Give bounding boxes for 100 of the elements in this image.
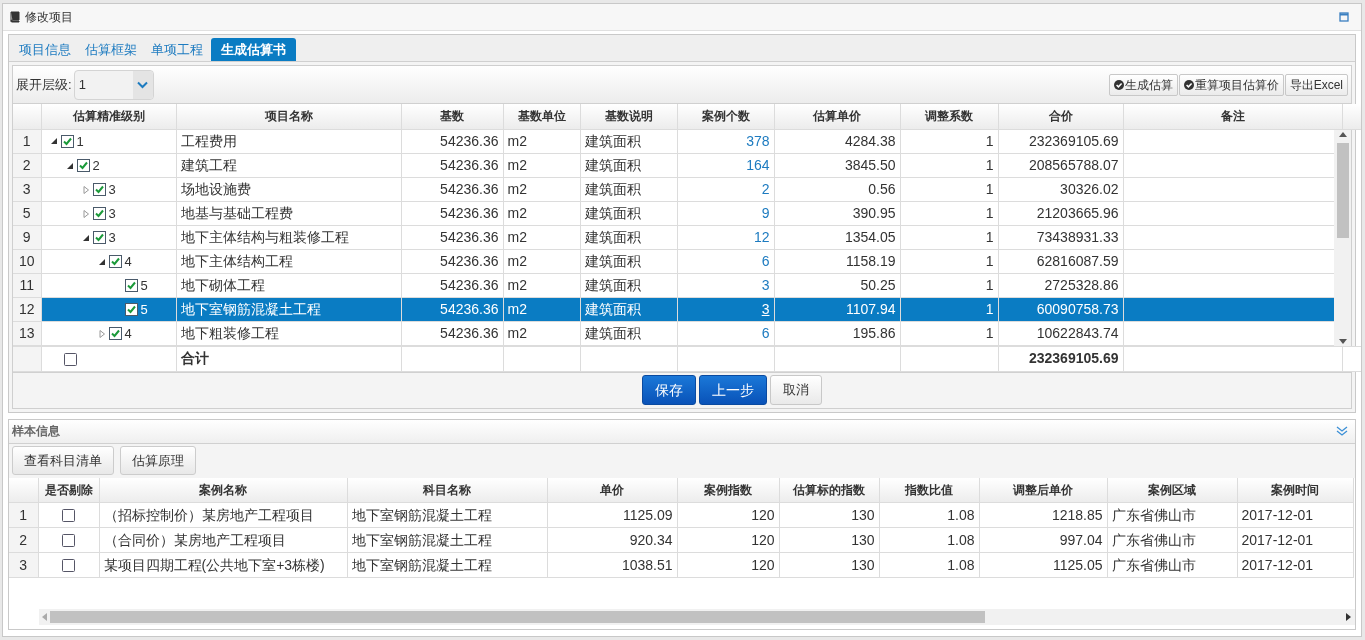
column-header: 指数比值 bbox=[879, 477, 979, 503]
count-link[interactable]: 6 bbox=[761, 325, 770, 341]
column-header: 估算标的指数 bbox=[779, 477, 879, 503]
toolbar-button[interactable]: 查看科目清单 bbox=[12, 446, 114, 475]
table-cell: 广东省佛山市 bbox=[1107, 552, 1237, 578]
count-link[interactable]: 164 bbox=[746, 157, 770, 173]
level-select[interactable]: 1 bbox=[73, 69, 154, 100]
scroll-right-icon[interactable] bbox=[1346, 613, 1351, 621]
toolbar-button[interactable]: 重算项目估算价 bbox=[1178, 73, 1284, 96]
table-cell: 1 bbox=[900, 273, 998, 298]
table-cell: 某项目四期工程(公共地下室+3栋楼) bbox=[99, 552, 347, 578]
checkbox[interactable] bbox=[60, 134, 74, 148]
table-row[interactable]: 5 3 地基与基础工程费 54236.36 m2 建筑面积 9 390.95 1 21203665.96 bbox=[13, 201, 1335, 226]
table-row[interactable]: 10 4 地下主体结构工程 54236.36 m2 建筑面积 6 1158.19 1 62816087.59 bbox=[13, 249, 1335, 274]
table-cell: 54236.36 bbox=[401, 129, 503, 154]
table-row[interactable]: 13 4 地下粗装修工程 54236.36 m2 建筑面积 6 195.86 1 10622843.74 bbox=[13, 321, 1335, 346]
action-button[interactable]: 保存 bbox=[642, 375, 696, 405]
row-number: 5 bbox=[13, 201, 41, 226]
row-number: 2 bbox=[9, 527, 38, 553]
table-row[interactable]: 2 2 建筑工程 54236.36 m2 建筑面积 164 3845.50 1 208565788.07 bbox=[13, 153, 1335, 178]
table-row[interactable]: 11 5 地下砌体工程 54236.36 m2 建筑面积 3 50.25 1 2725328.86 bbox=[13, 273, 1335, 298]
count-link[interactable]: 378 bbox=[746, 132, 770, 149]
table-cell: 2017-12-01 bbox=[1237, 502, 1353, 528]
table-row[interactable]: 9 3 地下主体结构与粗装修工程 54236.36 m2 建筑面积 12 1354.05 1 73438931.33 bbox=[13, 225, 1335, 250]
table-cell: 1 bbox=[900, 225, 998, 250]
scroll-down-icon[interactable] bbox=[1338, 338, 1347, 344]
table-cell: 1 bbox=[900, 153, 998, 178]
checkbox[interactable] bbox=[92, 183, 106, 196]
checkbox[interactable] bbox=[92, 207, 106, 220]
table-cell: 4284.38 bbox=[774, 129, 900, 154]
row-number: 10 bbox=[13, 249, 41, 274]
checkbox[interactable] bbox=[62, 509, 75, 523]
total-value: 232369105.69 bbox=[998, 346, 1123, 371]
tab[interactable]: 估算框架 bbox=[79, 38, 143, 61]
table-cell: 地基与基础工程费 bbox=[176, 201, 401, 226]
action-button[interactable]: 上一步 bbox=[699, 375, 767, 405]
count-link[interactable]: 12 bbox=[753, 229, 770, 245]
count-link[interactable]: 3 bbox=[761, 301, 770, 317]
toolbar-button[interactable]: 生成估算 bbox=[1108, 73, 1178, 96]
table-row[interactable]: 3 3 场地设施费 54236.36 m2 建筑面积 2 0.56 1 30326.02 bbox=[13, 177, 1335, 202]
checkbox[interactable] bbox=[124, 279, 138, 292]
table-row[interactable]: 1 1 工程费用 54236.36 m2 建筑面积 378 4284.38 1 232369105.69 bbox=[13, 129, 1335, 154]
toolbar-button[interactable]: 估算原理 bbox=[120, 446, 196, 475]
table-cell: 场地设施费 bbox=[176, 177, 401, 202]
tab[interactable]: 单项工程 bbox=[145, 38, 209, 61]
checkbox[interactable] bbox=[63, 352, 77, 366]
row-number: 3 bbox=[13, 177, 41, 202]
table-cell: 1125.09 bbox=[547, 502, 677, 528]
action-button[interactable]: 取消 bbox=[770, 375, 822, 405]
count-link[interactable]: 3 bbox=[761, 277, 770, 293]
table-cell: 232369105.69 bbox=[998, 129, 1123, 154]
expanded-icon[interactable] bbox=[97, 257, 106, 266]
table-cell: 2017-12-01 bbox=[1237, 527, 1353, 553]
table-cell: 1125.05 bbox=[979, 552, 1107, 578]
table-cell: 54236.36 bbox=[401, 297, 503, 322]
checkbox[interactable] bbox=[76, 159, 90, 172]
count-link[interactable]: 2 bbox=[761, 181, 770, 197]
maximize-icon[interactable] bbox=[1339, 12, 1349, 22]
table-cell: 建筑面积 bbox=[580, 153, 677, 178]
checkbox[interactable] bbox=[92, 231, 106, 244]
table-cell: 1 bbox=[900, 177, 998, 202]
expanded-icon[interactable] bbox=[49, 137, 58, 146]
tab[interactable]: 项目信息 bbox=[13, 38, 77, 61]
count-link[interactable]: 6 bbox=[761, 253, 770, 269]
table-row[interactable]: 12 5 地下室钢筋混凝土工程 54236.36 m2 建筑面积 3 1107.94 1 60090758.73 bbox=[13, 297, 1335, 322]
table-cell: 1.08 bbox=[879, 552, 979, 578]
scrollbar[interactable] bbox=[1334, 129, 1351, 346]
table-cell: 54236.36 bbox=[401, 321, 503, 346]
expanded-icon[interactable] bbox=[81, 233, 90, 242]
table-cell: 54236.36 bbox=[401, 177, 503, 202]
table-cell: 地下室钢筋混凝土工程 bbox=[347, 552, 547, 578]
table-cell: 2017-12-01 bbox=[1237, 552, 1353, 578]
table-cell: （招标控制价）某房地产工程项目 bbox=[99, 502, 347, 528]
table-cell: 390.95 bbox=[774, 201, 900, 226]
checkbox[interactable] bbox=[108, 327, 122, 340]
checkbox[interactable] bbox=[62, 559, 75, 573]
tab[interactable]: 生成估算书 bbox=[211, 38, 296, 61]
scroll-up-icon[interactable] bbox=[1338, 131, 1347, 137]
expanded-icon[interactable] bbox=[65, 161, 74, 170]
table-cell: 62816087.59 bbox=[998, 249, 1123, 274]
table-cell: 建筑面积 bbox=[580, 273, 677, 298]
column-header: 调整后单价 bbox=[979, 477, 1107, 503]
scrollbar[interactable] bbox=[39, 609, 1355, 625]
table-cell: 120 bbox=[677, 502, 779, 528]
table-cell: 建筑面积 bbox=[580, 201, 677, 226]
column-header: 案例区域 bbox=[1107, 477, 1237, 503]
total-label: 合计 bbox=[176, 346, 401, 371]
table-cell: 3845.50 bbox=[774, 153, 900, 178]
checkbox[interactable] bbox=[108, 255, 122, 268]
checkbox[interactable] bbox=[124, 303, 138, 316]
count-link[interactable]: 9 bbox=[761, 205, 770, 221]
checkbox[interactable] bbox=[62, 534, 75, 548]
field-label: 展开层级: bbox=[16, 75, 72, 94]
table-cell: 广东省佛山市 bbox=[1107, 502, 1237, 528]
table-cell: 地下主体结构与粗装修工程 bbox=[176, 225, 401, 250]
column-header: 是否剔除 bbox=[38, 477, 99, 503]
collapse-icon[interactable] bbox=[1336, 425, 1348, 437]
toolbar-button[interactable]: 导出Excel bbox=[1284, 73, 1348, 96]
column-header: 基数 bbox=[401, 104, 503, 129]
panel-title: 样本信息 bbox=[12, 423, 60, 440]
